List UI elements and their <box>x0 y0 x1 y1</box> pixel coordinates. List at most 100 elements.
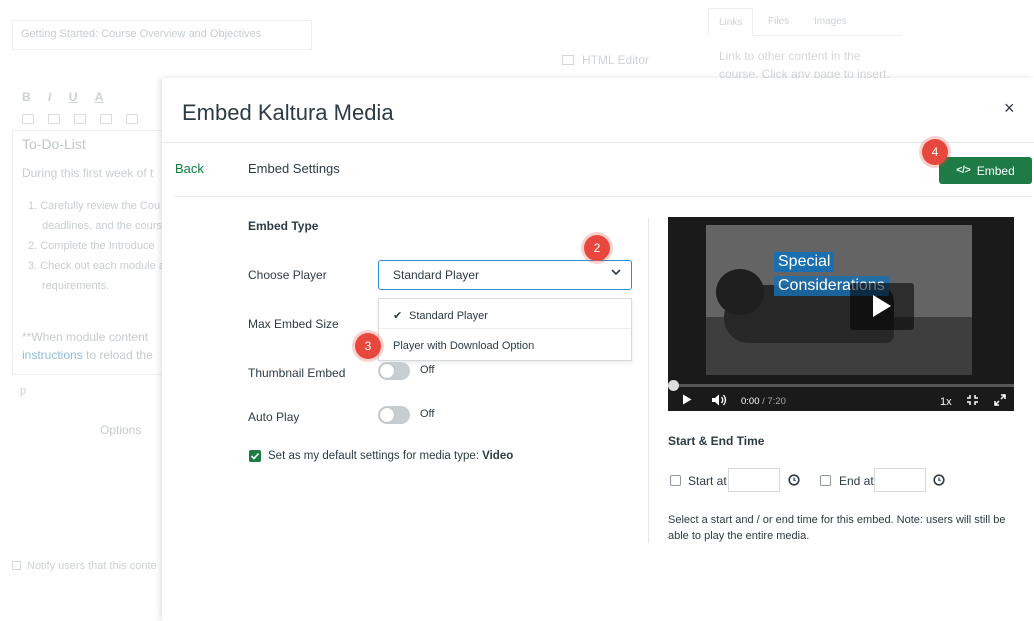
column-divider <box>648 218 649 543</box>
play-icon <box>873 295 891 317</box>
auto-play-state: Off <box>420 408 435 420</box>
link-icon[interactable] <box>74 114 86 124</box>
progress-track[interactable] <box>668 384 1014 387</box>
volume-icon[interactable] <box>712 394 728 409</box>
todo-list: 1. Carefully review the Cou deadlines, a… <box>28 196 168 296</box>
close-icon[interactable]: × <box>1004 98 1015 119</box>
instructions-link[interactable]: instructions <box>22 348 83 362</box>
element-path: p <box>20 385 27 397</box>
dropdown-option-label: Standard Player <box>409 310 488 322</box>
fullscreen-icon[interactable] <box>994 394 1006 409</box>
time-display: 0:00 / 7:20 <box>741 396 786 407</box>
editor-toolbar-row2 <box>22 113 152 127</box>
unlink-icon[interactable] <box>100 114 112 124</box>
play-button[interactable] <box>850 283 914 330</box>
duration: / 7:20 <box>762 396 786 407</box>
modal-header-divider <box>162 142 1034 143</box>
list-item: requirements. <box>42 280 110 292</box>
list-item: 3. Check out each module a <box>28 260 165 272</box>
default-settings-label: Set as my default settings for media typ… <box>268 450 483 462</box>
todo-heading: To-Do-List <box>22 136 86 152</box>
start-end-help-text: Select a start and / or end time for thi… <box>668 514 1006 542</box>
thumbnail-embed-state: Off <box>420 364 435 376</box>
html-editor-label: HTML Editor <box>582 53 649 67</box>
player-dropdown: ✔ Standard Player Player with Download Op… <box>378 298 632 361</box>
step-marker-4: 4 <box>922 139 948 165</box>
underline-button[interactable]: U <box>69 90 78 104</box>
start-at-label: Start at <box>688 474 727 488</box>
table-icon[interactable] <box>22 114 34 124</box>
checkmark-icon <box>250 452 260 460</box>
default-settings-checkbox[interactable] <box>249 450 261 462</box>
italic-button[interactable]: I <box>48 90 51 104</box>
bold-button[interactable]: B <box>22 90 31 104</box>
speed-button[interactable]: 1x <box>940 396 952 408</box>
notify-users[interactable]: Notify users that this conte <box>12 560 157 572</box>
embed-type-label: Embed Type <box>248 219 319 233</box>
tab-images[interactable]: Images <box>804 8 857 36</box>
clock-icon[interactable] <box>788 474 800 486</box>
max-embed-size-label: Max Embed Size <box>248 317 339 331</box>
modal-title: Embed Kaltura Media <box>182 100 394 125</box>
toggle-knob <box>380 364 394 378</box>
video-caption-line1: Special <box>774 252 835 272</box>
image-icon[interactable] <box>126 114 138 124</box>
default-media-type: Video <box>482 450 514 462</box>
options-label: Options <box>100 423 142 437</box>
embed-kaltura-modal: Embed Kaltura Media × Back Embed Setting… <box>162 78 1034 621</box>
end-time-input[interactable] <box>874 468 926 492</box>
tab-files[interactable]: Files <box>758 8 799 36</box>
embed-button-label: Embed <box>976 163 1015 178</box>
auto-play-toggle[interactable] <box>378 406 410 424</box>
video-player[interactable]: Special Considerations 0:00 / 7:20 1x <box>668 217 1014 411</box>
when-text: **When module content <box>22 330 149 344</box>
notify-text: Notify users that this conte <box>27 560 157 572</box>
start-end-title: Start & End Time <box>668 434 765 448</box>
toggle-knob <box>380 408 394 422</box>
code-icon: </> <box>956 165 971 176</box>
player-select[interactable]: Standard Player <box>378 260 632 290</box>
thumbnail-embed-toggle[interactable] <box>378 362 410 380</box>
embed-settings-label: Embed Settings <box>248 161 340 176</box>
media-icon[interactable] <box>48 114 60 124</box>
editor-toolbar: B I U A <box>22 90 117 104</box>
step-marker-3: 3 <box>355 333 381 359</box>
clock-icon[interactable] <box>933 474 945 486</box>
embed-button[interactable]: </> Embed <box>939 157 1032 184</box>
step-marker-2: 2 <box>584 235 610 261</box>
check-icon: ✔ <box>393 310 403 322</box>
start-time-input[interactable] <box>728 468 780 492</box>
auto-play-label: Auto Play <box>248 410 300 424</box>
play-control-icon[interactable] <box>682 394 692 408</box>
video-frame: Special Considerations <box>706 225 972 375</box>
text-color-button[interactable]: A <box>95 90 104 104</box>
page-title-input[interactable]: Getting Started: Course Overview and Obj… <box>12 20 312 50</box>
during-text: During this first week of t <box>22 166 154 180</box>
settings-divider <box>175 196 1032 197</box>
dropdown-option-standard[interactable]: ✔ Standard Player <box>379 299 631 329</box>
back-link[interactable]: Back <box>175 161 204 176</box>
progress-handle[interactable] <box>668 380 679 391</box>
end-at-checkbox[interactable] <box>820 475 831 486</box>
choose-player-label: Choose Player <box>248 268 327 282</box>
list-item: 2. Complete the Introduce <box>28 240 155 252</box>
player-select-value: Standard Player <box>393 268 480 282</box>
html-editor-link[interactable]: HTML Editor <box>562 53 649 67</box>
notify-checkbox[interactable] <box>12 561 21 570</box>
start-at-checkbox[interactable] <box>670 475 681 486</box>
dropdown-option-download[interactable]: Player with Download Option <box>379 330 631 360</box>
shrink-icon[interactable] <box>966 394 979 409</box>
chevron-down-icon <box>611 269 621 276</box>
dropdown-option-label: Player with Download Option <box>393 340 535 352</box>
thumbnail-embed-label: Thumbnail Embed <box>248 366 346 380</box>
html-editor-icon <box>562 55 574 65</box>
video-person-head <box>716 269 764 315</box>
list-item: 1. Carefully review the Cou <box>28 200 161 212</box>
default-settings-text: Set as my default settings for media typ… <box>268 450 513 462</box>
instructions-rest: to reload the <box>82 348 153 362</box>
list-item: deadlines, and the course <box>42 220 168 232</box>
sidebar-tabs: Links Files Images <box>708 8 902 36</box>
end-at-label: End at <box>839 474 874 488</box>
tab-links[interactable]: Links <box>708 8 754 36</box>
instructions-line: instructions to reload the <box>22 348 153 362</box>
